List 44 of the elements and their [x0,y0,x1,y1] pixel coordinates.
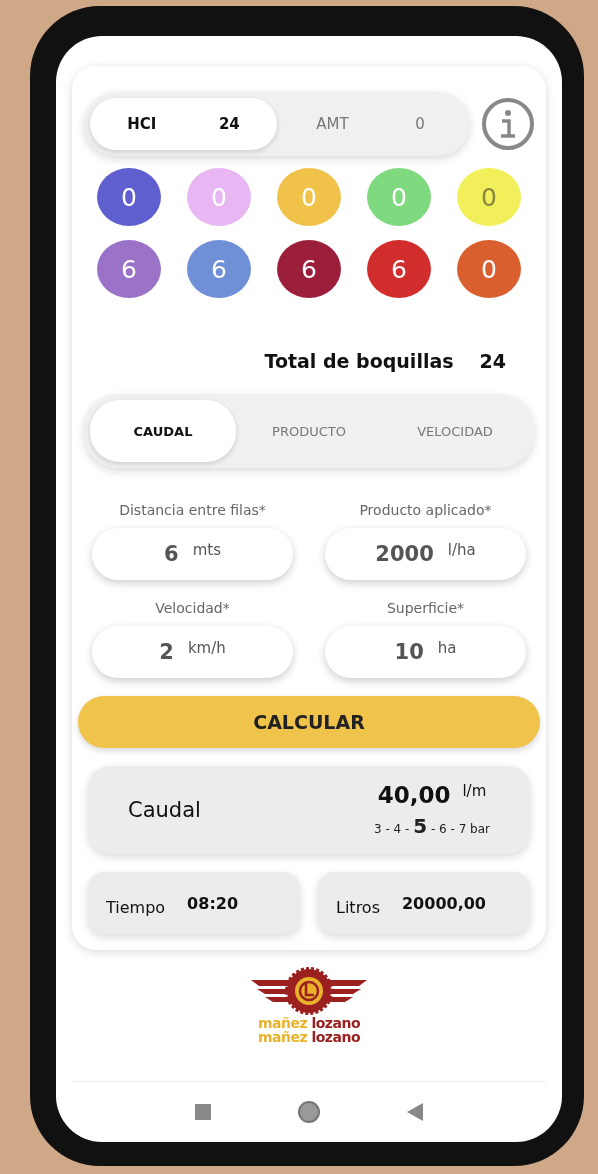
home-circle-icon [297,1100,321,1124]
winged-gear-logo-icon [251,966,367,1016]
nozzle-count-dot: 0 [367,168,431,226]
input-field[interactable]: 6 mts [92,528,293,580]
back-triangle-icon [407,1103,423,1121]
pressure-scale: 3 - 4 - 5 - 6 - 7 bar [374,814,490,838]
logo-wordmark: mañez lozano [257,1030,361,1044]
nozzle-count-dot: 0 [457,240,521,298]
mode-tab[interactable]: PRODUCTO [236,400,382,462]
field-label: Producto aplicado* [359,502,492,518]
nozzle-count-dot: 6 [187,240,251,298]
info-button[interactable] [482,98,534,150]
field-label: Velocidad* [155,600,230,616]
input-field[interactable]: 2 km/h [92,626,293,678]
home-button[interactable] [297,1100,321,1124]
nozzle-count-dot: 0 [457,168,521,226]
result-label: Caudal [128,798,201,822]
nozzle-count-dot: 6 [277,240,341,298]
summary-label: Litros [336,897,380,917]
input-field[interactable]: 10 ha [325,626,526,678]
field-label: Distancia entre filas* [119,502,266,518]
calculate-button[interactable]: CALCULAR [78,696,540,748]
type-tab[interactable]: AMT 0 [277,98,464,150]
logo-wordmark: mañez lozano [257,1016,361,1030]
total-label: Total de boquillas [264,350,454,372]
back-button[interactable] [407,1103,423,1121]
nozzle-count-dot: 6 [97,240,161,298]
nozzle-count-dot: 0 [97,168,161,226]
nozzle-count-dot: 0 [277,168,341,226]
result-unit: l/m [462,782,487,800]
nozzle-count-dot: 6 [367,240,431,298]
summary-value: 20000,00 [402,893,486,913]
result-value: 40,00 [377,782,451,808]
summary-label: Tiempo [106,897,166,917]
type-tab[interactable]: HCI 24 [90,98,277,150]
nozzle-count-dot: 0 [187,168,251,226]
info-icon [498,108,518,140]
square-icon [195,1104,211,1120]
mode-tab[interactable]: VELOCIDAD [382,400,528,462]
input-field[interactable]: 2000 l/ha [325,528,526,580]
summary-value: 08:20 [187,893,239,913]
mode-tab[interactable]: CAUDAL [90,400,236,462]
total-value: 24 [479,350,506,372]
field-label: Superficie* [386,600,464,616]
